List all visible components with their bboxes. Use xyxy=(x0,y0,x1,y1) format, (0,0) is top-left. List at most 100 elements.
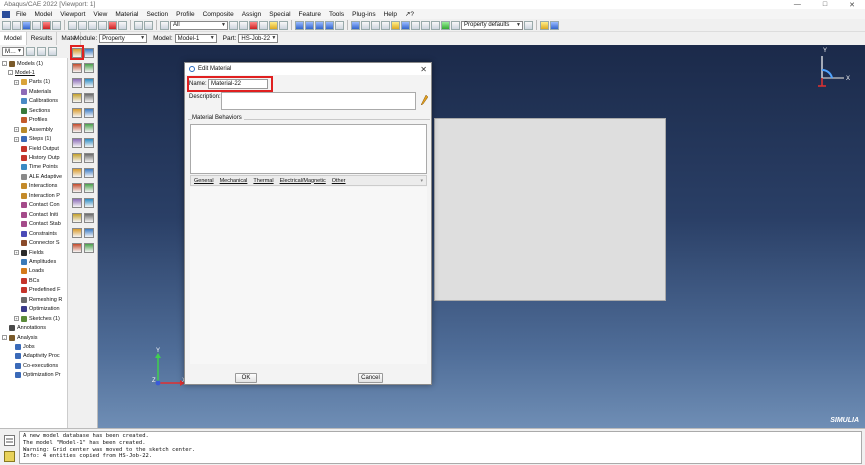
viewport-layout-icon[interactable] xyxy=(550,20,559,30)
tree-item[interactable]: Interaction P xyxy=(14,191,60,200)
query-tool-icon[interactable] xyxy=(72,228,82,238)
query-icon[interactable] xyxy=(134,20,143,30)
material-manager-icon[interactable] xyxy=(84,48,94,58)
selection-filter-select[interactable]: All ▼ xyxy=(170,20,228,30)
part-select[interactable]: HS-Job-22 ▼ xyxy=(238,34,279,43)
tree-item[interactable]: Contact Stab xyxy=(14,220,61,229)
section-manager-icon[interactable] xyxy=(84,63,94,73)
feature-icon[interactable] xyxy=(72,198,82,208)
module-select[interactable]: Property ▼ xyxy=(99,34,148,43)
tab-results[interactable]: Results xyxy=(27,32,58,45)
menu-profile[interactable]: Profile xyxy=(172,11,198,18)
tree-item[interactable]: + Steps (1) xyxy=(14,135,51,144)
cursor-icon[interactable] xyxy=(411,20,420,30)
menu-feature[interactable]: Feature xyxy=(295,11,325,18)
tree-item[interactable]: Optimization Pr xyxy=(8,371,61,380)
menu-help[interactable]: Help xyxy=(380,11,401,18)
view-bottom-icon[interactable] xyxy=(335,20,344,30)
dashpot-icon[interactable] xyxy=(84,153,94,163)
view-top-icon[interactable] xyxy=(305,20,314,30)
view-side-icon[interactable] xyxy=(315,20,324,30)
tree-item[interactable]: Materials xyxy=(14,87,51,96)
pan-icon[interactable] xyxy=(68,20,77,30)
magnify-icon[interactable] xyxy=(88,20,97,30)
select-polygon-icon[interactable] xyxy=(249,20,258,30)
tree-filter-icon[interactable] xyxy=(48,47,57,56)
material-behaviors-list[interactable] xyxy=(190,124,427,174)
color-palette-icon[interactable] xyxy=(524,20,533,30)
render-icon[interactable] xyxy=(269,20,278,30)
cut-icon[interactable] xyxy=(42,20,51,30)
fit-view-icon[interactable] xyxy=(108,20,117,30)
maximize-button[interactable]: □ xyxy=(823,1,827,9)
composite-layup-icon[interactable] xyxy=(72,123,82,133)
tree-item[interactable]: Adaptivity Proc xyxy=(8,352,60,361)
tree-filter-select[interactable]: M… ▼ xyxy=(2,47,24,56)
expand-icon[interactable]: + xyxy=(14,127,19,133)
menu-general[interactable]: General xyxy=(194,178,214,184)
tree-item[interactable]: Amplitudes xyxy=(14,257,56,266)
tree-item[interactable]: Time Points xyxy=(14,163,58,172)
mesh-icon[interactable] xyxy=(84,198,94,208)
tree-item[interactable]: Field Output xyxy=(14,144,59,153)
tab-model[interactable]: Model xyxy=(0,32,27,45)
expand-icon[interactable]: + xyxy=(14,316,19,322)
message-tab-icon[interactable] xyxy=(4,435,15,446)
menu-section[interactable]: Section xyxy=(142,11,172,18)
undo-icon[interactable] xyxy=(421,20,430,30)
repair-icon[interactable] xyxy=(84,243,94,253)
menu-special[interactable]: Special xyxy=(265,11,294,18)
layup-manager-icon[interactable] xyxy=(84,123,94,133)
menu-other[interactable]: Other xyxy=(332,178,346,184)
menu-assign[interactable]: Assign xyxy=(238,11,266,18)
tree-item[interactable]: Calibrations xyxy=(14,97,58,106)
menu-composite[interactable]: Composite xyxy=(199,11,238,18)
menu-file[interactable]: File xyxy=(12,11,30,18)
display-tool-icon[interactable] xyxy=(84,228,94,238)
expand-icon[interactable]: + xyxy=(14,79,19,85)
tree-item[interactable]: Profiles xyxy=(14,116,47,125)
chevron-down-icon[interactable]: ▾ xyxy=(420,178,423,184)
tree-item[interactable]: Optimization xyxy=(14,305,60,314)
tree-icon[interactable] xyxy=(441,20,450,30)
tree-expand-icon[interactable] xyxy=(26,47,35,56)
tree-item[interactable]: + Sketches (1) xyxy=(14,314,60,323)
select-box-icon[interactable] xyxy=(229,20,238,30)
zoom-icon[interactable] xyxy=(98,20,107,30)
select-drag-icon[interactable] xyxy=(259,20,268,30)
render-style-select[interactable]: Property defaults ▼ xyxy=(461,20,523,30)
surface-icon[interactable] xyxy=(84,213,94,223)
minimize-button[interactable]: — xyxy=(794,1,801,9)
datum-point-icon[interactable] xyxy=(72,168,82,178)
color-code-icon[interactable] xyxy=(391,20,400,30)
inertia-icon[interactable] xyxy=(84,138,94,148)
skin-icon[interactable] xyxy=(72,108,82,118)
collapse-icon[interactable]: - xyxy=(2,335,7,341)
tree-collapse-icon[interactable] xyxy=(37,47,46,56)
tree-item[interactable]: Sections xyxy=(14,106,50,115)
tree-item[interactable]: Loads xyxy=(14,267,44,276)
menu-plug-ins[interactable]: Plug-ins xyxy=(348,11,379,18)
tree-item[interactable]: - Models (1) xyxy=(2,59,43,68)
expand-icon[interactable]: + xyxy=(14,136,19,142)
wireframe-icon[interactable] xyxy=(361,20,370,30)
special-icon[interactable] xyxy=(72,138,82,148)
pencil-icon[interactable] xyxy=(421,95,428,105)
close-window-button[interactable]: ✕ xyxy=(849,1,855,9)
spring-icon[interactable] xyxy=(72,153,82,163)
collapse-icon[interactable]: - xyxy=(8,70,13,76)
partition-icon[interactable] xyxy=(84,183,94,193)
tree-item[interactable]: Annotations xyxy=(2,324,46,333)
tree-item[interactable]: + Fields xyxy=(14,248,44,257)
assign-section-icon[interactable] xyxy=(72,78,82,88)
new-file-icon[interactable] xyxy=(2,20,11,30)
select-circle-icon[interactable] xyxy=(239,20,248,30)
ok-button[interactable]: OK xyxy=(235,373,257,383)
menu-mechanical[interactable]: Mechanical xyxy=(220,178,248,184)
menu-viewport[interactable]: Viewport xyxy=(56,11,89,18)
menu-tools[interactable]: Tools xyxy=(325,11,348,18)
tree-item[interactable]: Connector S xyxy=(14,239,60,248)
info-icon[interactable] xyxy=(351,20,360,30)
menu-thermal[interactable]: Thermal xyxy=(253,178,273,184)
hidden-line-icon[interactable] xyxy=(371,20,380,30)
